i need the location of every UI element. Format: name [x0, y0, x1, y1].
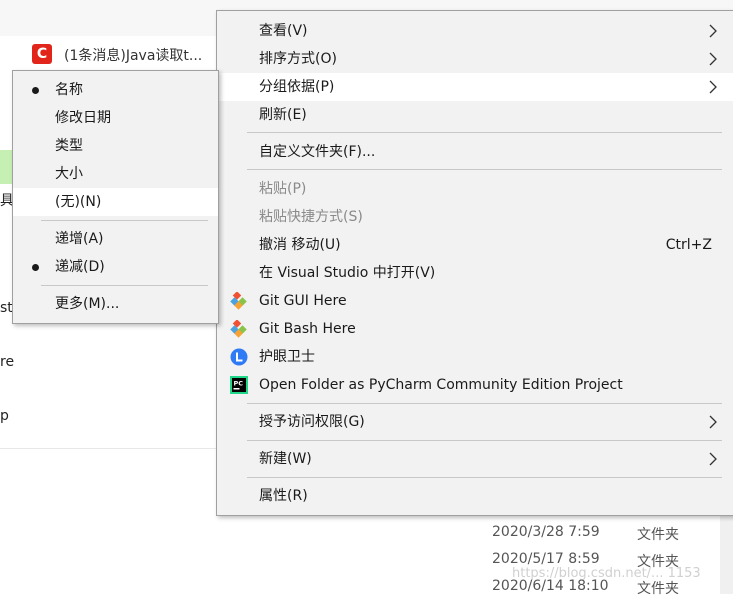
menu-item-group-by[interactable]: 分组依据(P) [217, 73, 733, 101]
menu-separator [247, 477, 722, 478]
menu-item-grant-access[interactable]: 授予访问权限(G) [217, 408, 733, 436]
list-item-fragment[interactable]: re [0, 354, 14, 370]
submenu-item-label: 类型 [55, 138, 83, 154]
file-type: 文件夹 [637, 527, 679, 543]
menu-item-git-bash[interactable]: Git Bash Here [217, 315, 733, 343]
menu-item-open-pycharm[interactable]: PC Open Folder as PyCharm Community Edit… [217, 371, 733, 399]
menu-item-label: 自定义文件夹(F)... [259, 144, 376, 160]
divider [0, 448, 216, 449]
submenu-item-label: 修改日期 [55, 110, 111, 126]
submenu-item-more[interactable]: 更多(M)... [13, 290, 218, 318]
submenu-item-label: 大小 [55, 166, 83, 182]
list-item-fragment[interactable]: st [0, 300, 13, 316]
menu-item-sort-by[interactable]: 排序方式(O) [217, 45, 733, 73]
menu-item-label: 粘贴(P) [259, 181, 307, 197]
shortcut-label: Ctrl+Z [665, 237, 712, 253]
menu-item-label: 护眼卫士 [259, 349, 315, 365]
watermark: https://blog.csdn.net/... 1153 [512, 566, 701, 581]
submenu-item-label: (无)(N) [55, 194, 102, 210]
submenu-item-label: 递增(A) [55, 231, 104, 247]
menu-item-label: 查看(V) [259, 23, 308, 39]
submenu-item-name[interactable]: 名称 [13, 76, 218, 104]
menu-item-paste-shortcut[interactable]: 粘贴快捷方式(S) [217, 203, 733, 231]
menu-separator [247, 169, 722, 170]
menu-separator [41, 285, 208, 286]
submenu-item-none[interactable]: (无)(N) [13, 188, 218, 216]
menu-separator [247, 403, 722, 404]
menu-item-label: 撤消 移动(U) [259, 237, 341, 253]
menu-item-label: 粘贴快捷方式(S) [259, 209, 363, 225]
menu-item-label: 刷新(E) [259, 107, 307, 123]
menu-item-open-in-visual-studio[interactable]: 在 Visual Studio 中打开(V) [217, 259, 733, 287]
menu-separator [247, 132, 722, 133]
menu-item-properties[interactable]: 属性(R) [217, 482, 733, 510]
menu-item-eye-guard[interactable]: 护眼卫士 [217, 343, 733, 371]
submenu-item-ascending[interactable]: 递增(A) [13, 225, 218, 253]
menu-item-label: 在 Visual Studio 中打开(V) [259, 265, 436, 281]
submenu-item-size[interactable]: 大小 [13, 160, 218, 188]
submenu-item-descending[interactable]: 递减(D) [13, 253, 218, 281]
git-icon [230, 320, 247, 338]
selected-row-highlight [0, 150, 12, 184]
chevron-right-icon [709, 415, 717, 429]
menu-item-paste[interactable]: 粘贴(P) [217, 175, 733, 203]
scrollbar[interactable] [720, 514, 733, 594]
submenu-item-date-modified[interactable]: 修改日期 [13, 104, 218, 132]
menu-separator [247, 440, 722, 441]
tab-title: (1条消息)Java读取t... [64, 48, 203, 64]
menu-item-label: 排序方式(O) [259, 51, 337, 67]
context-menu: 查看(V) 排序方式(O) 分组依据(P) 刷新(E) 自定义文件夹(F)...… [216, 10, 733, 516]
pycharm-icon: PC [230, 376, 248, 394]
submenu-item-label: 递减(D) [55, 259, 105, 275]
git-icon [230, 292, 247, 310]
menu-item-label: 分组依据(P) [259, 79, 335, 95]
menu-item-git-gui[interactable]: Git GUI Here [217, 287, 733, 315]
menu-separator [41, 220, 208, 221]
chevron-right-icon [709, 52, 717, 66]
svg-text:PC: PC [234, 380, 244, 388]
file-type: 文件夹 [637, 581, 679, 597]
chevron-right-icon [709, 452, 717, 466]
csdn-favicon-icon: C [32, 44, 52, 64]
group-by-submenu: 名称 修改日期 类型 大小 (无)(N) 递增(A) 递减(D) 更多(M)..… [12, 70, 219, 324]
menu-item-customize-folder[interactable]: 自定义文件夹(F)... [217, 138, 733, 166]
eye-guard-icon [230, 348, 248, 366]
menu-item-label: 新建(W) [259, 451, 312, 467]
menu-item-label: 属性(R) [259, 488, 308, 504]
submenu-item-label: 更多(M)... [55, 296, 120, 312]
chevron-right-icon [709, 80, 717, 94]
submenu-item-label: 名称 [55, 82, 83, 98]
radio-bullet-icon [32, 264, 39, 271]
menu-item-refresh[interactable]: 刷新(E) [217, 101, 733, 129]
file-date: 2020/5/17 8:59 [492, 551, 600, 567]
menu-item-undo-move[interactable]: 撤消 移动(U) Ctrl+Z [217, 231, 733, 259]
menu-item-label: Open Folder as PyCharm Community Edition… [259, 377, 623, 393]
chevron-right-icon [709, 24, 717, 38]
list-item-fragment[interactable]: p [0, 408, 9, 424]
file-date: 2020/3/28 7:59 [492, 524, 600, 540]
menu-item-view[interactable]: 查看(V) [217, 17, 733, 45]
menu-item-label: Git GUI Here [259, 293, 347, 309]
submenu-item-type[interactable]: 类型 [13, 132, 218, 160]
menu-item-label: Git Bash Here [259, 321, 356, 337]
menu-item-new[interactable]: 新建(W) [217, 445, 733, 473]
radio-bullet-icon [32, 87, 39, 94]
menu-item-label: 授予访问权限(G) [259, 414, 365, 430]
